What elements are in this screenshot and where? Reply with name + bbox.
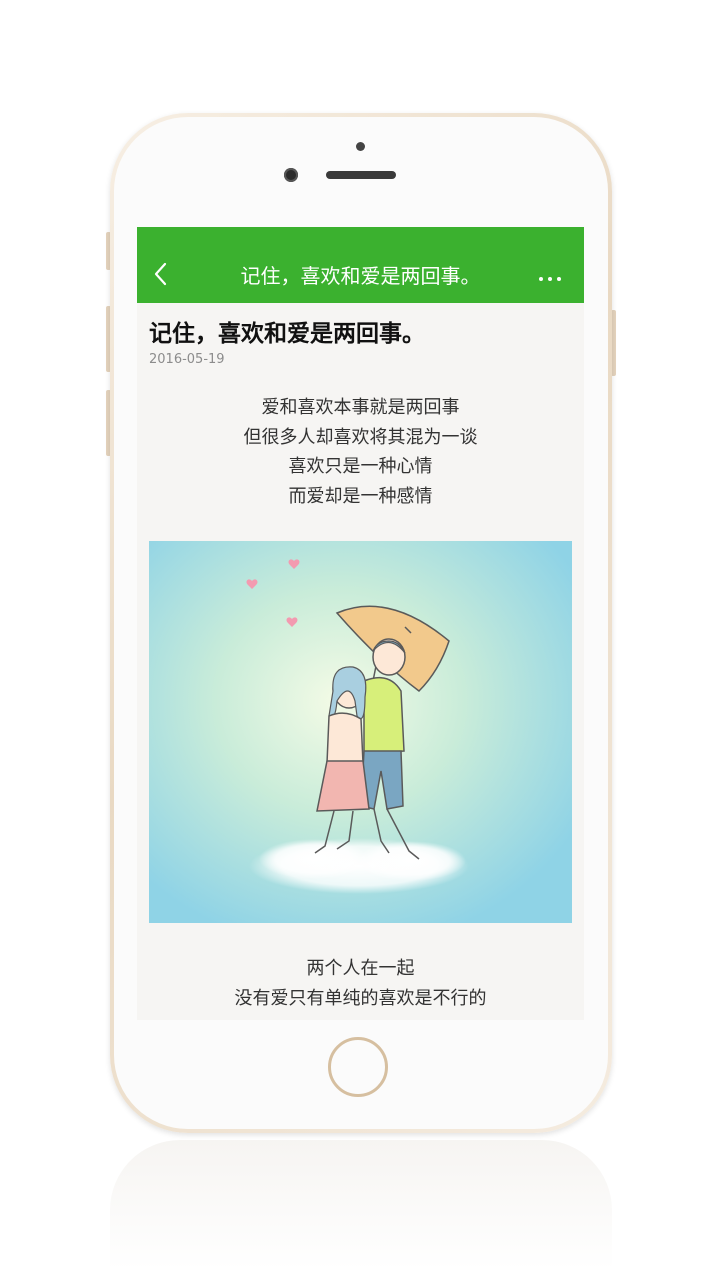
phone-screen: 记住，喜欢和爱是两回事。 记住，喜欢和爱是两回事。 2016-05-19 爱和喜… <box>137 227 584 1020</box>
back-button[interactable] <box>149 259 175 289</box>
text-line: 两个人在一起 <box>306 958 415 979</box>
chevron-left-icon <box>154 262 167 286</box>
navbar: 记住，喜欢和爱是两回事。 <box>137 227 584 303</box>
couple-under-umbrella-illustration <box>149 541 572 923</box>
front-camera <box>284 168 298 182</box>
more-dots-icon <box>539 277 561 281</box>
more-button[interactable] <box>538 267 562 287</box>
article-paragraph-1: 爱和喜欢本事就是两回事 但很多人却喜欢将其混为一谈 喜欢只是一种心情 而爱却是一… <box>137 393 584 511</box>
text-line: 爱和喜欢本事就是两回事 <box>261 397 460 418</box>
earpiece-speaker <box>326 171 396 179</box>
text-line: 但很多人却喜欢将其混为一谈 <box>243 426 478 448</box>
article-title: 记住，喜欢和爱是两回事。 <box>149 321 425 347</box>
text-line: 没有爱只有单纯的喜欢是不行的 <box>234 987 487 1009</box>
navbar-title: 记住，喜欢和爱是两回事。 <box>240 264 481 288</box>
phone-reflection <box>110 1140 612 1270</box>
article-date: 2016-05-19 <box>149 352 225 367</box>
text-line: 而爱却是一种感情 <box>288 485 433 507</box>
text-line: 喜欢只是一种心情 <box>288 456 433 477</box>
proximity-sensor <box>356 142 365 151</box>
article-paragraph-2: 两个人在一起 没有爱只有单纯的喜欢是不行的 <box>137 954 584 1013</box>
home-button[interactable] <box>328 1037 388 1097</box>
stage: 记住，喜欢和爱是两回事。 记住，喜欢和爱是两回事。 2016-05-19 爱和喜… <box>0 0 720 1280</box>
